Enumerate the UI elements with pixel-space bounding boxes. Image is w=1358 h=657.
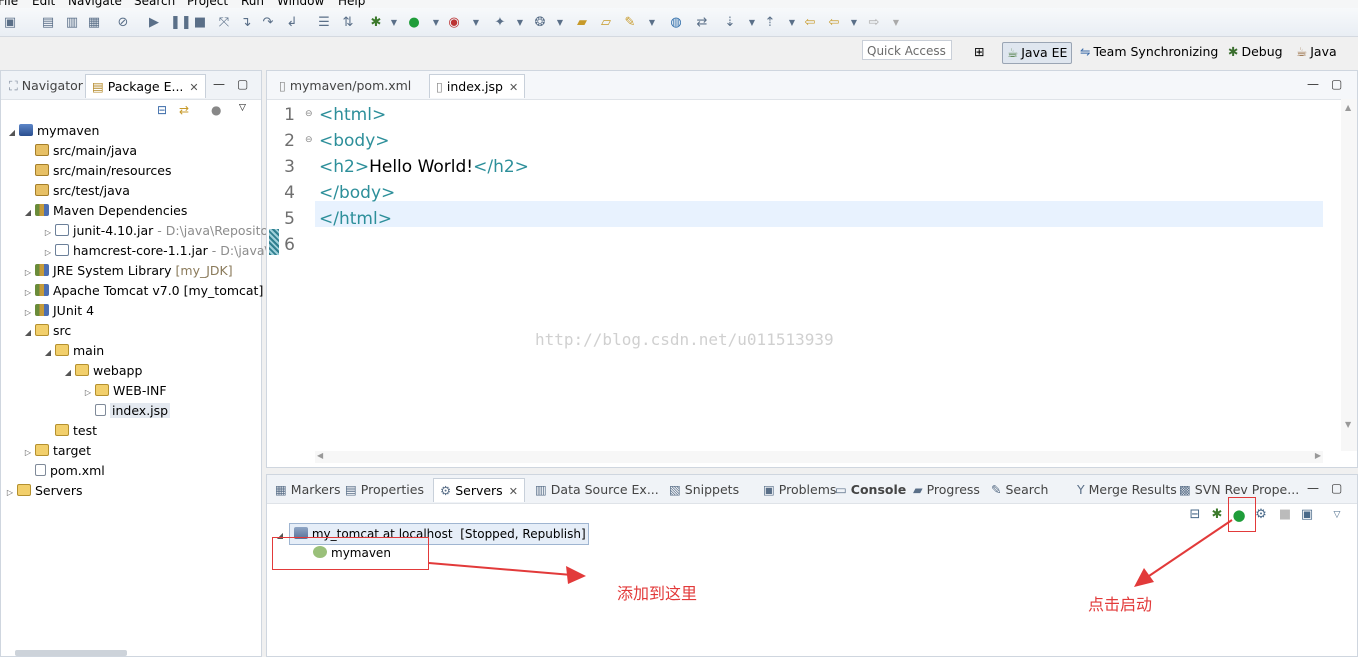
arrow-from-start-button [1134,519,1233,587]
annotation-add-here: 添加到这里 [617,584,698,603]
annotation-click-start: 点击启动 [1088,595,1153,614]
arrow-to-module-note [428,562,586,584]
annotation-arrows [428,519,1233,587]
